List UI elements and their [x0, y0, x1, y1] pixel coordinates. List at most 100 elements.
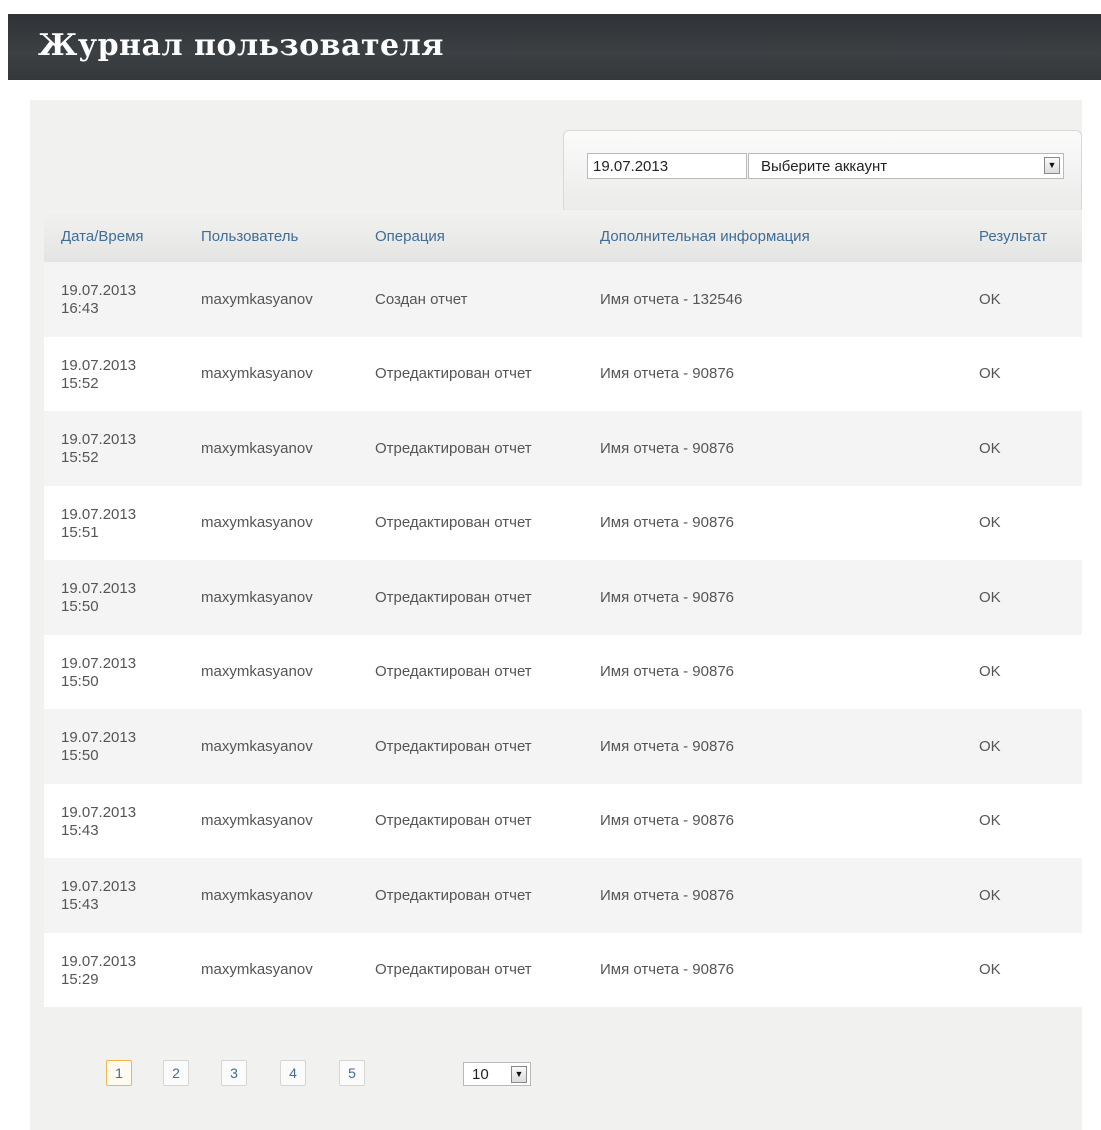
page-button-4[interactable]: 4 [280, 1060, 306, 1086]
time-text: 15:51 [61, 523, 99, 541]
operation-cell: Отредактирован отчет [375, 365, 532, 383]
journal-panel: Выберите аккаунт ▼ Дата/ВремяПользовател… [30, 100, 1082, 1130]
result-cell: OK [979, 588, 1001, 606]
date-text: 19.07.2013 [61, 654, 137, 672]
user-cell: maxymkasyanov [201, 439, 313, 457]
result-cell: OK [979, 663, 1001, 681]
account-select-value: Выберите аккаунт [761, 158, 888, 175]
result-cell: OK [979, 290, 1001, 308]
operation-cell: Отредактирован отчет [375, 886, 532, 904]
info-cell: Имя отчета - 90876 [600, 514, 735, 532]
info-cell: Имя отчета - 90876 [600, 663, 735, 681]
info-cell: Имя отчета - 132546 [600, 290, 743, 308]
info-cell: Имя отчета - 90876 [600, 886, 735, 904]
time-text: 15:50 [61, 747, 99, 765]
filter-bar: Выберите аккаунт ▼ [563, 130, 1082, 210]
datetime-cell: 19.07.2013 15:50 [44, 560, 184, 635]
user-cell: maxymkasyanov [201, 588, 313, 606]
table-row: 19.07.2013 15:52 maxymkasyanov Отредактиров… [44, 336, 1082, 412]
date-text: 19.07.2013 [61, 505, 137, 523]
info-cell: Имя отчета - 90876 [600, 812, 735, 830]
table-row: 19.07.2013 15:51 maxymkasyanov Отредактиров… [44, 485, 1082, 561]
date-text: 19.07.2013 [61, 282, 137, 300]
page-button-2[interactable]: 2 [163, 1060, 189, 1086]
date-text: 19.07.2013 [61, 803, 137, 821]
datetime-cell: 19.07.2013 15:52 [44, 411, 184, 486]
result-cell: OK [979, 439, 1001, 457]
table-row: 19.07.2013 15:50 maxymkasyanov Отредактиров… [44, 560, 1082, 635]
result-cell: OK [979, 886, 1001, 904]
time-text: 15:29 [61, 970, 99, 988]
datetime-cell: 19.07.2013 15:50 [44, 709, 184, 784]
operation-cell: Отредактирован отчет [375, 663, 532, 681]
log-table: Дата/Время Пользователь Операция Дополнител… [44, 210, 1082, 1007]
datetime-cell: 19.07.2013 16:43 [44, 262, 184, 337]
table-body: 19.07.2013 16:43 maxymkasyanov Создан отчет… [44, 262, 1082, 1007]
user-cell: maxymkasyanov [201, 812, 313, 830]
time-text: 15:52 [61, 374, 99, 392]
column-header[interactable]: Результат [962, 210, 1082, 262]
operation-cell: Отредактирован отчет [375, 514, 532, 532]
date-text: 19.07.2013 [61, 580, 137, 598]
page-button-3[interactable]: 3 [221, 1060, 247, 1086]
datetime-cell: 19.07.2013 15:43 [44, 858, 184, 933]
date-text: 19.07.2013 [61, 952, 137, 970]
table-row: 19.07.2013 16:43 maxymkasyanov Создан отчет… [44, 262, 1082, 337]
info-cell: Имя отчета - 90876 [600, 588, 735, 606]
page-button-1[interactable]: 1 [106, 1060, 132, 1086]
info-cell: Имя отчета - 90876 [600, 737, 735, 755]
operation-cell: Отредактирован отчет [375, 588, 532, 606]
info-cell: Имя отчета - 90876 [600, 439, 735, 457]
table-row: 19.07.2013 15:29 maxymkasyanov Отредактиров… [44, 932, 1082, 1008]
result-cell: OK [979, 365, 1001, 383]
time-text: 15:50 [61, 672, 99, 690]
time-text: 15:52 [61, 449, 99, 467]
date-text: 19.07.2013 [61, 729, 137, 747]
account-select[interactable]: Выберите аккаунт ▼ [748, 153, 1064, 179]
page-header: Журнал пользователя [8, 14, 1101, 80]
operation-cell: Отредактирован отчет [375, 961, 532, 979]
datetime-cell: 19.07.2013 15:51 [44, 486, 184, 561]
user-cell: maxymkasyanov [201, 663, 313, 681]
table-row: 19.07.2013 15:43 maxymkasyanov Отредактиров… [44, 858, 1082, 933]
result-cell: OK [979, 737, 1001, 755]
table-row: 19.07.2013 15:50 maxymkasyanov Отредактиров… [44, 709, 1082, 784]
date-input[interactable] [587, 153, 747, 179]
user-cell: maxymkasyanov [201, 886, 313, 904]
datetime-cell: 19.07.2013 15:52 [44, 337, 184, 412]
column-header[interactable]: Дата/Время [44, 210, 184, 262]
date-text: 19.07.2013 [61, 878, 137, 896]
datetime-cell: 19.07.2013 15:50 [44, 635, 184, 710]
page-title: Журнал пользователя [38, 28, 444, 63]
datetime-cell: 19.07.2013 15:29 [44, 933, 184, 1008]
table-header-row: Дата/Время Пользователь Операция Дополнител… [44, 210, 1082, 262]
column-header[interactable]: Дополнительная информация [583, 210, 962, 262]
page-button-5[interactable]: 5 [339, 1060, 365, 1086]
table-row: 19.07.2013 15:43 maxymkasyanov Отредактиров… [44, 783, 1082, 858]
user-cell: maxymkasyanov [201, 290, 313, 308]
time-text: 15:43 [61, 896, 99, 914]
info-cell: Имя отчета - 90876 [600, 961, 735, 979]
per-page-value: 10 [472, 1066, 489, 1083]
chevron-down-icon[interactable]: ▼ [1044, 157, 1060, 174]
time-text: 16:43 [61, 300, 99, 318]
info-cell: Имя отчета - 90876 [600, 365, 735, 383]
user-cell: maxymkasyanov [201, 737, 313, 755]
per-page-select[interactable]: 10 ▼ [463, 1062, 531, 1086]
time-text: 15:50 [61, 598, 99, 616]
table-row: 19.07.2013 15:50 maxymkasyanov Отредактиров… [44, 634, 1082, 710]
user-cell: maxymkasyanov [201, 514, 313, 532]
result-cell: OK [979, 514, 1001, 532]
time-text: 15:43 [61, 821, 99, 839]
user-cell: maxymkasyanov [201, 961, 313, 979]
result-cell: OK [979, 812, 1001, 830]
user-cell: maxymkasyanov [201, 365, 313, 383]
column-header[interactable]: Операция [358, 210, 583, 262]
column-header[interactable]: Пользователь [184, 210, 358, 262]
date-text: 19.07.2013 [61, 431, 137, 449]
result-cell: OK [979, 961, 1001, 979]
date-text: 19.07.2013 [61, 356, 137, 374]
operation-cell: Отредактирован отчет [375, 737, 532, 755]
chevron-down-icon[interactable]: ▼ [511, 1066, 527, 1083]
operation-cell: Отредактирован отчет [375, 812, 532, 830]
